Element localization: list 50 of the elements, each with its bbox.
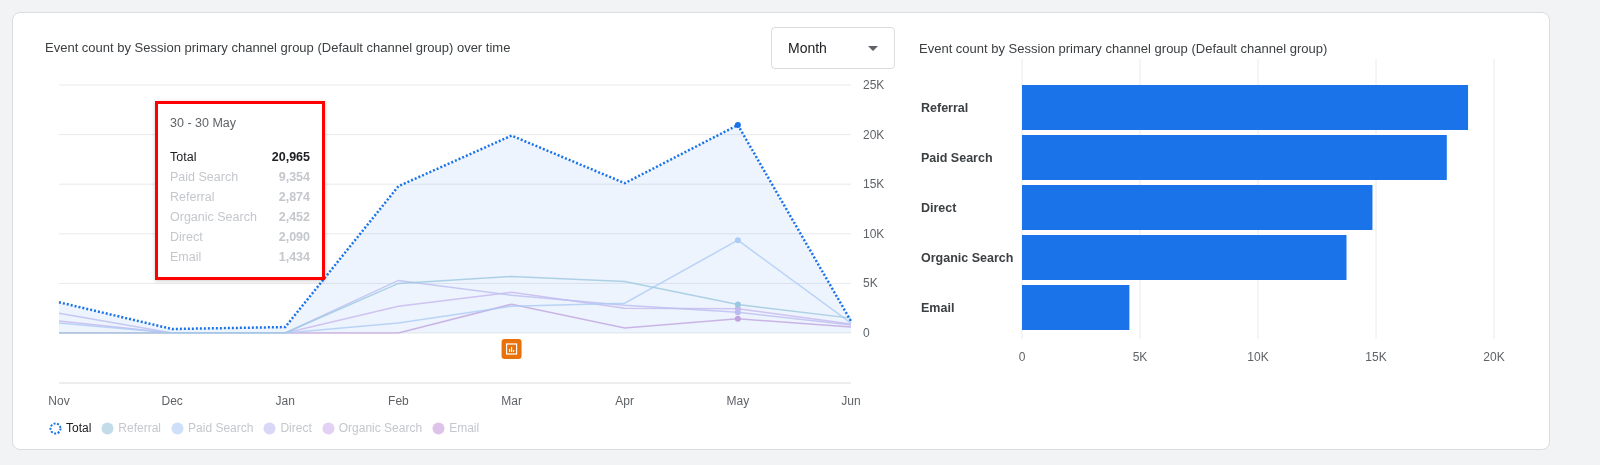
axis-label: 25K: [863, 78, 885, 92]
axis-label: 5K: [863, 276, 878, 291]
axis-label: 15K: [863, 177, 885, 192]
axis-label: Mar: [501, 394, 522, 408]
chart-title: Event count by Session primary channel group (Default channel group) over time: [45, 39, 511, 58]
axis-label: May: [726, 394, 750, 408]
axis-label: 0: [863, 326, 870, 340]
tooltip-value: 2,452: [278, 208, 310, 226]
period-dropdown[interactable]: Month: [771, 27, 895, 69]
tooltip-value: 2,090: [278, 228, 310, 246]
tooltip-date: 30 - 30 May: [170, 115, 237, 132]
tooltip-value: 9,354: [278, 168, 310, 186]
tooltip-label: Direct: [170, 228, 203, 246]
axis-label: Organic Search: [921, 250, 1014, 264]
axis-label: Paid Search: [921, 150, 993, 164]
legend-item[interactable]: Email: [432, 419, 480, 437]
axis-label: 15K: [1365, 349, 1387, 364]
legend-item[interactable]: Paid Search: [171, 419, 254, 437]
caret-icon: [868, 45, 878, 51]
tooltip-label: Referral: [170, 188, 215, 206]
data-point: [734, 237, 741, 244]
legend-item[interactable]: Direct: [263, 419, 312, 437]
axis-label: 0: [1018, 349, 1026, 364]
legend-item[interactable]: Total: [49, 419, 92, 437]
axis-label: 10K: [863, 226, 885, 241]
axis-label: 5K: [1132, 349, 1148, 364]
legend-item[interactable]: Organic Search: [321, 419, 423, 437]
legend-item[interactable]: Referral: [101, 419, 162, 437]
axis-label: Dec: [161, 394, 183, 408]
axis-label: Jun: [841, 394, 861, 408]
axis-label: 10K: [1247, 349, 1269, 364]
axis-label: 20K: [863, 127, 885, 142]
axis-label: Direct: [921, 200, 957, 214]
tooltip-label: Total: [170, 148, 197, 166]
data-point: [734, 122, 741, 129]
tooltip-value: 2,874: [278, 188, 310, 206]
tooltip-value: 1,434: [278, 248, 310, 266]
chart-title: Event count by Session primary channel group (Default channel group): [919, 40, 1329, 58]
annotation-icon[interactable]: [501, 339, 522, 359]
axis-label: 20K: [1483, 349, 1505, 364]
axis-label: Referral: [921, 100, 969, 114]
tooltip-label: Email: [170, 248, 202, 266]
axis-label: Feb: [388, 394, 409, 408]
axis-label: Email: [921, 300, 955, 314]
axis-label: Nov: [48, 394, 70, 408]
tooltip-label: Paid Search: [170, 168, 239, 186]
tooltip-label: Organic Search: [170, 208, 257, 226]
axis-label: Apr: [615, 394, 635, 408]
axis-label: Jan: [275, 394, 295, 408]
tooltip-value: 20,965: [271, 148, 310, 166]
